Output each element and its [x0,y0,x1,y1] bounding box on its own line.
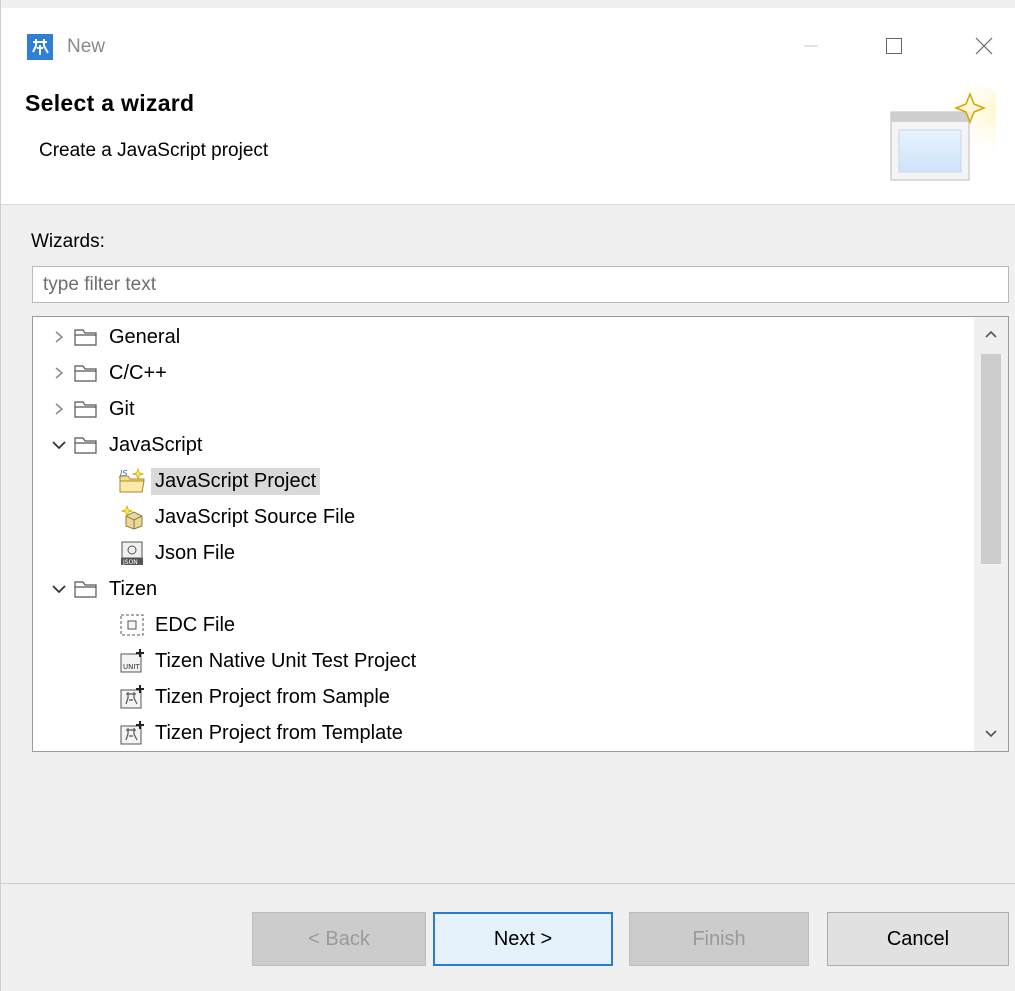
folder-icon [71,575,101,603]
new-wizard-banner-icon [881,84,1015,194]
close-icon[interactable] [961,26,1007,66]
tree-item-json-file[interactable]: JSON Json File [117,536,239,570]
back-button[interactable]: < Back [252,912,426,966]
tree-item-label: JavaScript Project [151,467,321,495]
chevron-right-icon[interactable] [47,397,71,421]
wizard-tree[interactable]: General C/C++ Git JavaScript JS JavaScri… [32,316,1009,752]
tree-item-tizen-project-from-sample[interactable]: Tizen Project from Sample [117,680,394,714]
app-logo-icon [27,34,53,60]
scroll-up-icon[interactable] [974,317,1008,351]
tree-item-label: EDC File [155,613,236,636]
folder-icon [71,323,101,351]
tree-item-edc-file[interactable]: EDC File [117,608,239,642]
tree-item-label: C/C++ [109,361,167,384]
next-button[interactable]: Next > [433,912,613,966]
scroll-down-icon[interactable] [974,717,1008,751]
chevron-down-icon[interactable] [47,577,71,601]
page-title: Select a wizard [25,90,195,116]
svg-text:JSON: JSON [122,559,138,566]
tree-item-label: General [109,325,181,348]
tree-item-javascript-source-file[interactable]: JavaScript Source File [117,500,359,534]
svg-text:JS: JS [118,469,127,478]
chevron-right-icon[interactable] [47,361,71,385]
tree-item-label: Tizen Project from Sample [155,685,390,708]
folder-icon [71,395,101,423]
tree-item-label: Tizen Project from Template [155,721,403,744]
tree-scrollbar[interactable] [974,317,1008,751]
tree-item-git[interactable]: Git [47,392,139,426]
folder-icon [71,431,101,459]
tree-item-label: JavaScript [109,433,203,456]
svg-text:UNIT: UNIT [123,663,140,671]
tree-item-label: Tizen [109,577,158,600]
title-bar: New [1,8,1015,72]
filter-input[interactable] [32,266,1009,303]
footer-divider [1,883,1015,884]
maximize-icon[interactable] [871,26,917,66]
unit-test-project-icon: UNIT [117,647,147,675]
tree-item-tizen[interactable]: Tizen [47,572,161,606]
scroll-thumb[interactable] [981,354,1001,564]
tizen-sample-project-icon [117,683,147,711]
tree-item-javascript[interactable]: JavaScript [47,428,206,462]
tree-item-label: JavaScript Source File [155,505,356,528]
cancel-button[interactable]: Cancel [827,912,1009,966]
folder-icon [71,359,101,387]
tree-item-general[interactable]: General [47,320,184,354]
tizen-template-project-icon [117,719,147,747]
tree-item-label: Json File [155,541,236,564]
minimize-icon[interactable] [788,26,834,66]
finish-button[interactable]: Finish [629,912,809,966]
tree-item-javascript-project[interactable]: JS JavaScript Project [117,464,321,498]
chevron-right-icon[interactable] [47,325,71,349]
tree-item-cpp[interactable]: C/C++ [47,356,171,390]
tree-item-label: Git [109,397,135,420]
page-subtitle: Create a JavaScript project [39,140,269,161]
edc-file-icon [117,611,147,639]
wizards-label: Wizards: [31,231,105,252]
tree-item-label: Tizen Native Unit Test Project [155,649,417,672]
tree-item-tizen-project-from-template[interactable]: Tizen Project from Template [117,716,407,750]
window-title: New [67,36,106,57]
json-file-icon: JSON [117,539,147,567]
chevron-down-icon[interactable] [47,433,71,457]
new-wizard-dialog: New Select a wizard Create a JavaScript … [0,0,1015,991]
js-project-icon: JS [117,467,147,495]
tree-item-tizen-native-unit-test-project[interactable]: UNIT Tizen Native Unit Test Project [117,644,420,678]
wizard-header: Select a wizard Create a JavaScript proj… [1,72,1015,205]
js-source-file-icon [117,503,147,531]
